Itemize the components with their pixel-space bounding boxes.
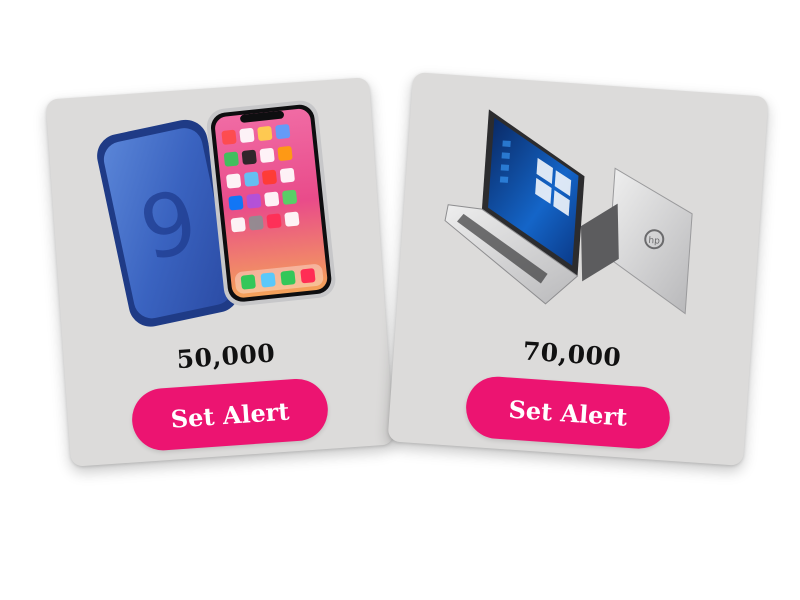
- product-price: 70,000: [521, 336, 623, 373]
- set-alert-button[interactable]: Set Alert: [464, 374, 672, 451]
- smartphones-image-icon: 9: [97, 100, 336, 327]
- set-alert-button[interactable]: Set Alert: [130, 376, 330, 453]
- product-card-phones[interactable]: 9 50,000 Set Alert: [45, 77, 395, 467]
- price-alert-stage: 9 50,000 Set Alert hp 70,000 Set Alert: [0, 0, 800, 600]
- product-price: 50,000: [175, 338, 277, 375]
- laptops-image-icon: hp: [444, 109, 693, 315]
- svg-text:hp: hp: [648, 236, 660, 247]
- product-card-laptops[interactable]: hp 70,000 Set Alert: [387, 72, 769, 466]
